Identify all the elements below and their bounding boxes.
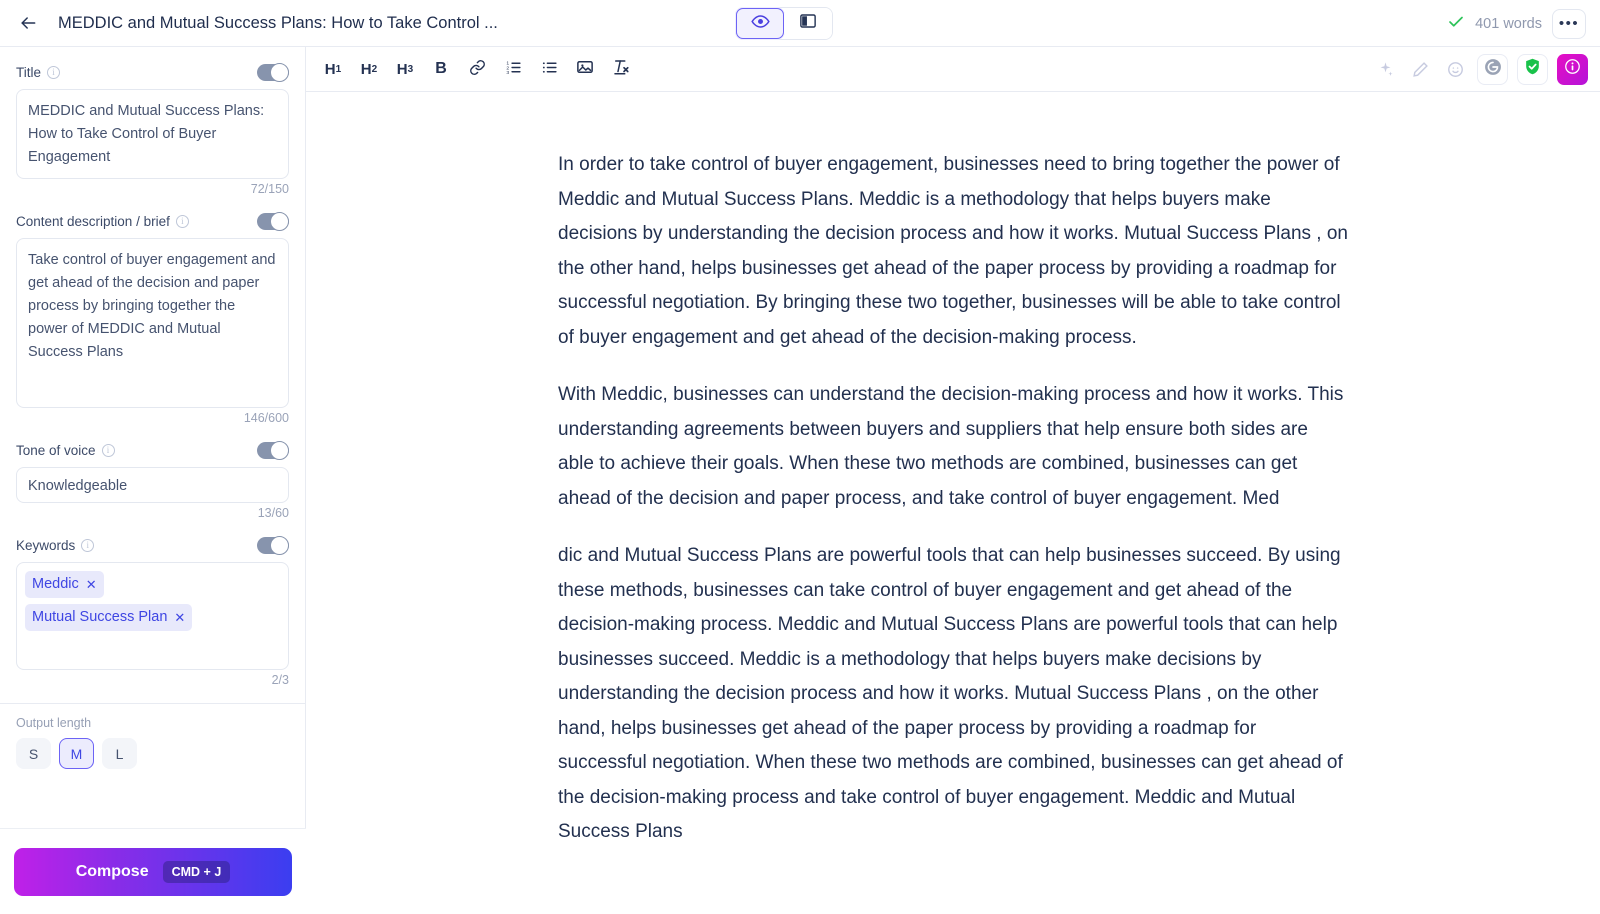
keyword-chip-label: Mutual Success Plan bbox=[32, 609, 168, 625]
field-keywords-label: Keywords bbox=[16, 537, 76, 553]
grammarly-icon bbox=[1483, 57, 1503, 82]
heading-1-button[interactable]: H1 bbox=[318, 54, 348, 84]
toggle-knob bbox=[270, 440, 289, 460]
info-badge-button[interactable] bbox=[1557, 53, 1588, 85]
bold-button[interactable]: B bbox=[426, 54, 456, 84]
compose-button[interactable]: Compose CMD + J bbox=[14, 847, 292, 896]
split-view-button[interactable] bbox=[784, 8, 832, 39]
keyword-chip-row: Mutual Success Plan ✕ bbox=[25, 604, 280, 637]
editor-toolbar: H1 H2 H3 B 123 bbox=[306, 47, 1600, 92]
compose-label: Compose bbox=[75, 862, 149, 880]
toggle-knob bbox=[270, 62, 289, 82]
sidebar-scroll-area: Title i MEDDIC and Mutual Success Plans:… bbox=[0, 47, 305, 828]
more-options-button[interactable]: ••• bbox=[1552, 8, 1586, 39]
output-length-label: Output length bbox=[16, 716, 92, 730]
info-icon[interactable]: i bbox=[81, 538, 95, 552]
header-right-cluster: 401 words ••• bbox=[1447, 0, 1586, 47]
close-icon[interactable]: ✕ bbox=[174, 606, 185, 629]
brief-counter: 146/600 bbox=[243, 411, 289, 425]
svg-text:1: 1 bbox=[506, 60, 509, 66]
field-keywords-toggle[interactable] bbox=[257, 535, 289, 555]
keyword-chip-row: Meddic ✕ bbox=[25, 571, 280, 604]
clear-format-icon bbox=[612, 58, 630, 80]
sidebar-divider bbox=[0, 703, 305, 704]
ordered-list-button[interactable]: 123 bbox=[498, 54, 528, 84]
document-paragraph: In order to take control of buyer engage… bbox=[558, 154, 1348, 348]
image-button[interactable] bbox=[570, 54, 600, 84]
compose-shortcut-badge: CMD + J bbox=[162, 860, 231, 883]
document-paragraph: With Meddic, businesses can understand t… bbox=[558, 384, 1344, 509]
keyword-chip-label: Meddic bbox=[32, 576, 79, 592]
field-tone-header: Tone of voice i bbox=[16, 439, 289, 461]
output-length-group: S M L bbox=[0, 738, 305, 769]
title-input[interactable]: MEDDIC and Mutual Success Plans: How to … bbox=[16, 89, 289, 179]
info-icon[interactable]: i bbox=[175, 214, 189, 228]
field-brief-toggle[interactable] bbox=[257, 211, 289, 231]
output-length-l[interactable]: L bbox=[102, 738, 137, 769]
field-brief-label: Content description / brief bbox=[16, 213, 170, 229]
keyword-chip[interactable]: Mutual Success Plan ✕ bbox=[25, 604, 193, 631]
tone-input[interactable]: Knowledgeable bbox=[16, 467, 289, 503]
field-keywords: Keywords i Meddic ✕ Mutual Success Plan … bbox=[0, 534, 305, 687]
top-header-bar: MEDDIC and Mutual Success Plans: How to … bbox=[0, 0, 1600, 47]
heading-3-button[interactable]: H3 bbox=[390, 54, 420, 84]
image-icon bbox=[576, 58, 594, 80]
field-tone: Tone of voice i Knowledgeable 13/60 bbox=[0, 439, 305, 520]
clear-format-button[interactable] bbox=[606, 54, 636, 84]
close-icon[interactable]: ✕ bbox=[86, 573, 97, 596]
bullet-list-icon bbox=[541, 59, 558, 80]
output-length-m[interactable]: M bbox=[59, 738, 94, 769]
keywords-input[interactable]: Meddic ✕ Mutual Success Plan ✕ bbox=[16, 562, 289, 670]
document-content[interactable]: In order to take control of buyer engage… bbox=[558, 92, 1348, 850]
link-icon bbox=[469, 59, 486, 80]
document-paragraph: dic and Mutual Success Plans are powerfu… bbox=[558, 545, 1343, 842]
eye-icon bbox=[750, 12, 770, 36]
back-button[interactable] bbox=[8, 3, 48, 43]
title-counter: 72/150 bbox=[250, 182, 289, 196]
ai-sparkle-icon[interactable] bbox=[1372, 56, 1398, 82]
panel-layout-icon bbox=[799, 12, 817, 35]
preview-view-button[interactable] bbox=[736, 8, 784, 39]
bullet-list-button[interactable] bbox=[534, 54, 564, 84]
field-keywords-header: Keywords i bbox=[16, 534, 289, 556]
brief-input[interactable]: Take control of buyer engagement and get… bbox=[16, 238, 289, 408]
field-title-label: Title bbox=[16, 64, 42, 80]
field-brief-header: Content description / brief i bbox=[16, 210, 289, 232]
toolbar-left-group: H1 H2 H3 B 123 bbox=[318, 54, 636, 84]
toggle-knob bbox=[270, 535, 289, 555]
tone-counter: 13/60 bbox=[257, 506, 289, 520]
shield-check-icon bbox=[1523, 57, 1542, 81]
document-title[interactable]: MEDDIC and Mutual Success Plans: How to … bbox=[58, 14, 498, 33]
word-count-label: 401 words bbox=[1475, 15, 1542, 32]
edit-pencil-icon[interactable] bbox=[1407, 56, 1433, 82]
plagiarism-check-button[interactable] bbox=[1517, 53, 1548, 85]
field-brief: Content description / brief i Take contr… bbox=[0, 210, 305, 425]
link-button[interactable] bbox=[462, 54, 492, 84]
arrow-left-icon bbox=[18, 13, 38, 33]
field-tone-toggle[interactable] bbox=[257, 440, 289, 460]
document-editor[interactable]: In order to take control of buyer engage… bbox=[306, 92, 1600, 914]
field-title-toggle[interactable] bbox=[257, 62, 289, 82]
output-length-s[interactable]: S bbox=[16, 738, 51, 769]
info-icon[interactable]: i bbox=[101, 443, 115, 457]
field-title-header: Title i bbox=[16, 61, 289, 83]
toggle-knob bbox=[270, 211, 289, 231]
grammarly-button[interactable] bbox=[1477, 53, 1508, 85]
saved-check-icon bbox=[1447, 13, 1465, 35]
info-icon[interactable]: i bbox=[47, 65, 61, 79]
ordered-list-icon: 123 bbox=[505, 59, 522, 80]
compose-footer: Compose CMD + J bbox=[0, 828, 306, 914]
view-mode-toggle-group bbox=[735, 7, 833, 40]
svg-text:3: 3 bbox=[506, 69, 509, 75]
field-title: Title i MEDDIC and Mutual Success Plans:… bbox=[0, 61, 305, 196]
settings-sidebar: Title i MEDDIC and Mutual Success Plans:… bbox=[0, 47, 306, 914]
toolbar-right-group bbox=[1372, 53, 1588, 85]
emoji-icon[interactable] bbox=[1442, 56, 1468, 82]
keywords-counter: 2/3 bbox=[271, 673, 289, 687]
keyword-chip[interactable]: Meddic ✕ bbox=[25, 571, 104, 598]
heading-2-button[interactable]: H2 bbox=[354, 54, 384, 84]
info-badge-icon bbox=[1564, 58, 1581, 80]
field-tone-label: Tone of voice bbox=[16, 442, 96, 458]
